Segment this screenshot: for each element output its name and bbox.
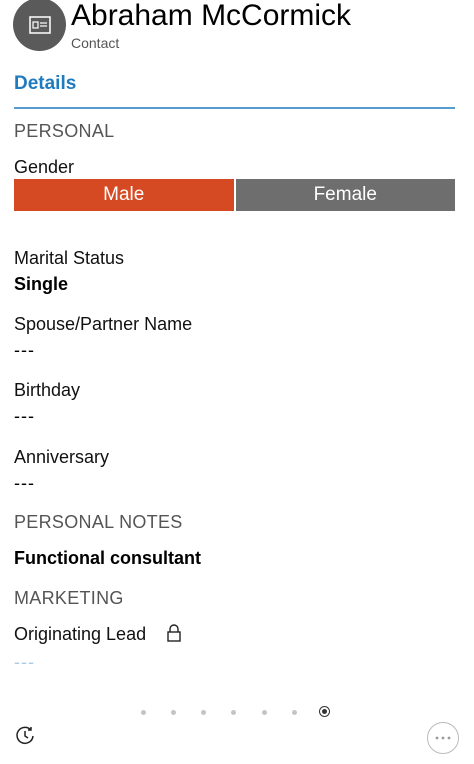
section-personal-notes: PERSONAL NOTES (14, 512, 183, 532)
birthday-label: Birthday (14, 380, 81, 400)
originating-lead-value[interactable]: --- (14, 652, 35, 673)
tab-underline (14, 107, 455, 109)
section-marketing: MARKETING (14, 588, 124, 608)
marital-status-value[interactable]: Single (14, 274, 68, 295)
more-icon[interactable] (427, 722, 459, 754)
gender-male-button[interactable]: Male (14, 179, 234, 211)
page-subtitle: Contact (71, 35, 120, 51)
history-icon[interactable] (15, 726, 35, 751)
lock-icon (167, 624, 181, 647)
marital-status-label: Marital Status (14, 248, 125, 268)
personal-notes-value[interactable]: Functional consultant (14, 548, 201, 569)
birthday-value[interactable]: --- (14, 406, 35, 427)
contact-card-icon (13, 0, 66, 51)
page-dot[interactable] (141, 710, 146, 715)
anniversary-value[interactable]: --- (14, 473, 35, 494)
spouse-value[interactable]: --- (14, 340, 35, 361)
gender-label: Gender (14, 157, 75, 177)
page-dot[interactable] (171, 710, 176, 715)
page-dot[interactable] (231, 710, 236, 715)
page-title: Abraham McCormick (71, 0, 352, 32)
page-dot[interactable] (201, 710, 206, 715)
gender-female-button[interactable]: Female (235, 179, 455, 211)
tab-details[interactable]: Details (14, 73, 76, 95)
gender-toggle: Male Female (14, 179, 455, 211)
spouse-label: Spouse/Partner Name (14, 314, 193, 334)
originating-lead-label: Originating Lead (14, 624, 147, 644)
contact-details-page: Abraham McCormick Contact Details PERSON… (0, 0, 474, 764)
anniversary-label: Anniversary (14, 447, 110, 467)
page-dot-active[interactable] (319, 706, 330, 717)
page-dot[interactable] (292, 710, 297, 715)
section-personal: PERSONAL (14, 121, 115, 141)
page-dot[interactable] (262, 710, 267, 715)
